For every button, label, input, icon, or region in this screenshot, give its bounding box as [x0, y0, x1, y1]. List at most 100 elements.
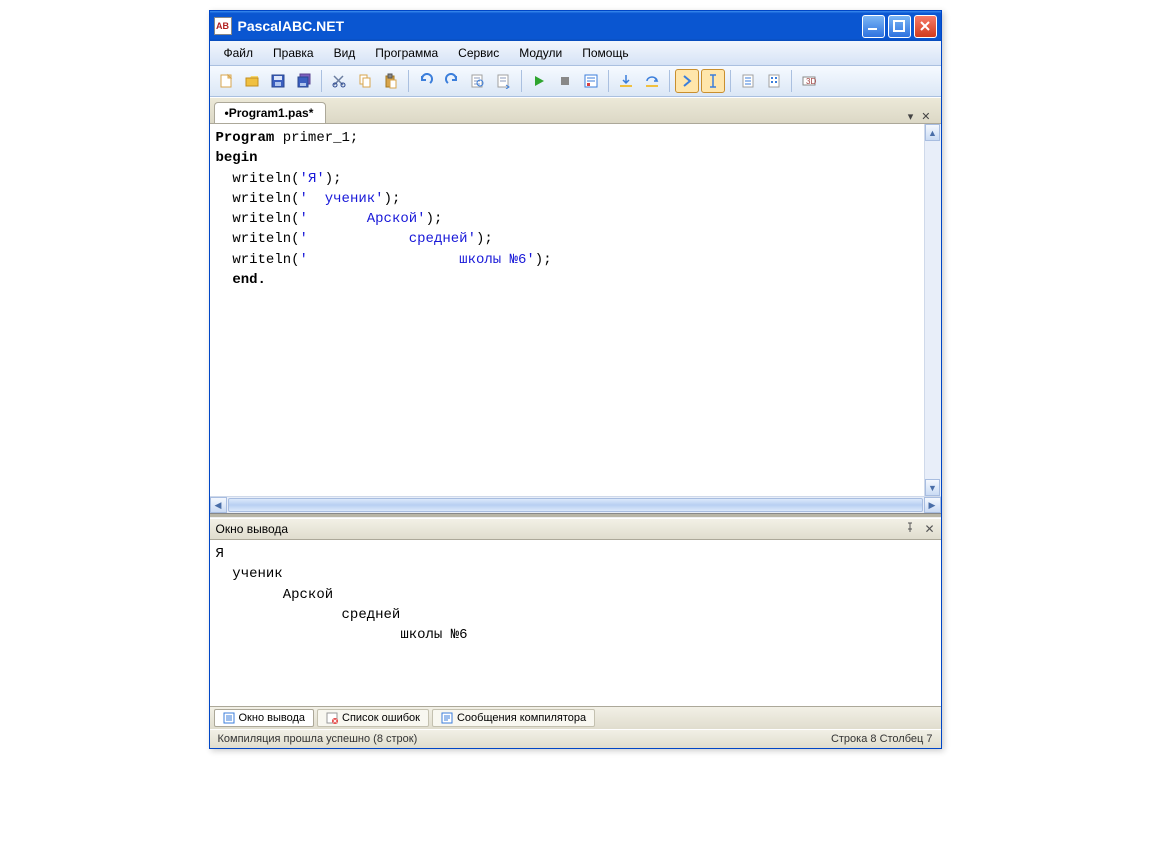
play-icon: [531, 73, 547, 89]
maximize-icon: [893, 20, 905, 32]
output-line: Я: [216, 546, 224, 562]
tab-label: •Program1.pas*: [225, 106, 314, 120]
toolbar-separator: [791, 70, 792, 92]
settings-button[interactable]: 3D: [797, 69, 821, 93]
editor-area: Program primer_1; begin writeln('Я'); wr…: [210, 123, 941, 496]
pin-icon[interactable]: [905, 522, 916, 536]
file-tab[interactable]: •Program1.pas*: [214, 102, 327, 123]
scroll-down-icon[interactable]: ▼: [925, 479, 940, 496]
code-text: primer_1;: [274, 130, 358, 146]
errors-tab-icon: [326, 712, 338, 724]
output-line: Арской: [216, 587, 334, 603]
tab-compiler-messages[interactable]: Сообщения компилятора: [432, 709, 595, 727]
output-panel-body: Я ученик Арской средней школы №6: [210, 540, 941, 706]
saveall-button[interactable]: [292, 69, 316, 93]
tab-label: Список ошибок: [342, 712, 420, 724]
cut-button[interactable]: [327, 69, 351, 93]
stop-button[interactable]: [553, 69, 577, 93]
window-title: PascalABC.NET: [238, 18, 862, 34]
close-icon: [919, 20, 931, 32]
string-literal: школы №6: [308, 252, 526, 268]
maximize-button[interactable]: [888, 15, 911, 38]
clipboard-icon: [383, 73, 399, 89]
output-line: ученик: [216, 566, 283, 582]
writeln-call: writeln: [232, 171, 291, 187]
toolbar-separator: [669, 70, 670, 92]
floppy-icon: [270, 73, 286, 89]
tab-dropdown[interactable]: ▾: [908, 110, 914, 123]
app-icon: AB: [214, 17, 232, 35]
scroll-left-icon[interactable]: ◀: [210, 497, 227, 513]
undo-button[interactable]: [414, 69, 438, 93]
menu-view[interactable]: Вид: [324, 43, 366, 63]
menu-program[interactable]: Программа: [365, 43, 448, 63]
copy-button[interactable]: [353, 69, 377, 93]
title-bar: AB PascalABC.NET: [210, 11, 941, 41]
tab-label: Сообщения компилятора: [457, 712, 586, 724]
string-literal: ученик: [308, 191, 375, 207]
panel-close-icon[interactable]: ✕: [924, 522, 934, 536]
redo-icon: [444, 73, 460, 89]
output-tab-icon: [223, 712, 235, 724]
scissors-icon: [331, 73, 347, 89]
output-panel-header: Окно вывода ✕: [210, 518, 941, 540]
menu-modules[interactable]: Модули: [509, 43, 572, 63]
messages-tab-icon: [441, 712, 453, 724]
horizontal-scrollbar[interactable]: ◀ ▶: [210, 496, 941, 513]
redo-button[interactable]: [440, 69, 464, 93]
code-editor[interactable]: Program primer_1; begin writeln('Я'); wr…: [210, 124, 924, 496]
minimize-icon: [867, 20, 879, 32]
output-panel-title: Окно вывода: [216, 522, 906, 536]
scroll-up-icon[interactable]: ▲: [925, 124, 940, 141]
output-line: школы №6: [216, 627, 468, 643]
vertical-scrollbar[interactable]: ▲ ▼: [924, 124, 941, 496]
status-bar: Компиляция прошла успешно (8 строк) Стро…: [210, 729, 941, 748]
menu-edit[interactable]: Правка: [263, 43, 324, 63]
scroll-right-icon[interactable]: ▶: [924, 497, 941, 513]
run-button[interactable]: [527, 69, 551, 93]
menu-file[interactable]: Файл: [214, 43, 264, 63]
find-button[interactable]: [466, 69, 490, 93]
menu-bar: Файл Правка Вид Программа Сервис Модули …: [210, 41, 941, 66]
output-line: средней: [216, 607, 401, 623]
copy-icon: [357, 73, 373, 89]
format2-button[interactable]: [762, 69, 786, 93]
toolbar: 3D: [210, 66, 941, 97]
format1-button[interactable]: [736, 69, 760, 93]
toggle2-button[interactable]: [701, 69, 725, 93]
scroll-thumb[interactable]: [228, 498, 923, 512]
tab-output[interactable]: Окно вывода: [214, 709, 315, 727]
gear-icon: 3D: [801, 73, 817, 89]
stepinto-button[interactable]: [614, 69, 638, 93]
writeln-call: writeln: [232, 191, 291, 207]
compile-button[interactable]: [579, 69, 603, 93]
minimize-button[interactable]: [862, 15, 885, 38]
floppy-multi-icon: [296, 73, 312, 89]
tab-close[interactable]: ✕: [921, 110, 930, 123]
doc-icon: [740, 73, 756, 89]
writeln-call: writeln: [232, 252, 291, 268]
tab-errors[interactable]: Список ошибок: [317, 709, 429, 727]
tab-label: Окно вывода: [239, 712, 306, 724]
compile-status: Компиляция прошла успешно (8 строк): [218, 733, 831, 745]
bottom-tab-bar: Окно вывода Список ошибок Сообщения комп…: [210, 706, 941, 729]
new-file-icon: [218, 73, 234, 89]
step-into-icon: [618, 73, 634, 89]
open-button[interactable]: [240, 69, 264, 93]
stop-icon: [557, 73, 573, 89]
toolbar-separator: [730, 70, 731, 92]
toggle1-button[interactable]: [675, 69, 699, 93]
stepover-button[interactable]: [640, 69, 664, 93]
menu-help[interactable]: Помощь: [572, 43, 638, 63]
new-button[interactable]: [214, 69, 238, 93]
replace-button[interactable]: [492, 69, 516, 93]
kw-end: end.: [232, 272, 266, 288]
undo-icon: [418, 73, 434, 89]
close-button[interactable]: [914, 15, 937, 38]
code-icon: [766, 73, 782, 89]
find-icon: [470, 73, 486, 89]
paste-button[interactable]: [379, 69, 403, 93]
toolbar-separator: [321, 70, 322, 92]
save-button[interactable]: [266, 69, 290, 93]
menu-service[interactable]: Сервис: [448, 43, 509, 63]
